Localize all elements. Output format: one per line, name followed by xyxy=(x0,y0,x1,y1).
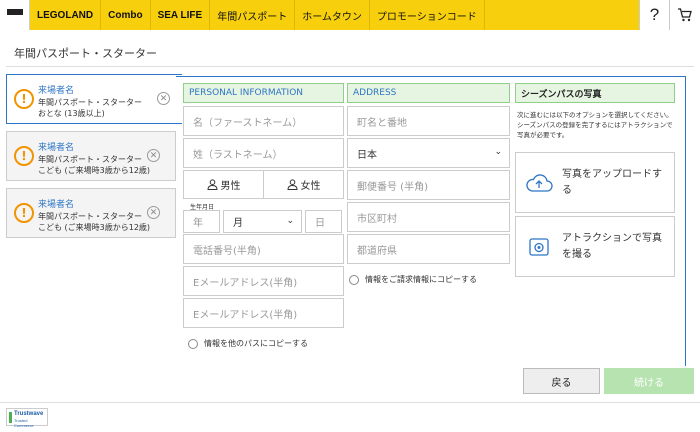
visitor-ticket-type: 年間パスポート・スターター xyxy=(38,212,142,221)
visitor-age-group: こども (ご来場時3歳から12歳) xyxy=(38,166,151,175)
male-option[interactable]: 男性 xyxy=(183,170,264,199)
warning-icon: ! xyxy=(14,89,34,109)
remove-visitor-icon[interactable]: ✕ xyxy=(147,149,160,162)
photo-instructions: 次に進むには以下のオプションを選択してください。シーズンパスの登録を完了するには… xyxy=(517,111,673,139)
help-button[interactable]: ? xyxy=(639,0,669,30)
photo-heading: シーズンパスの写真 xyxy=(515,83,675,103)
copy-to-billing-option[interactable]: 情報をご請求情報にコピーする xyxy=(349,274,477,285)
male-label: 男性 xyxy=(220,181,241,192)
take-photo-at-attraction-button[interactable]: アトラクションで写真を撮る xyxy=(515,216,675,277)
dob-year-input[interactable]: 年 xyxy=(183,210,220,233)
upload-photo-button[interactable]: 写真をアップロードする xyxy=(515,152,675,213)
person-icon xyxy=(286,179,298,190)
hamburger-icon xyxy=(6,9,23,21)
help-icon: ? xyxy=(649,5,660,24)
trustwave-seal[interactable]: Trustwave Trusted Commerce xyxy=(6,408,48,428)
top-nav-bar: LEGOLAND Combo SEA LIFE 年間パスポート ホームタウン プ… xyxy=(0,0,700,30)
main-nav: LEGOLAND Combo SEA LIFE 年間パスポート ホームタウン プ… xyxy=(30,0,485,30)
visitor-ticket-type: 年間パスポート・スターター xyxy=(38,155,142,164)
nav-item-hometown[interactable]: ホームタウン xyxy=(295,0,370,30)
visitor-card-child-1[interactable]: ! 来場者名 年間パスポート・スターター こども (ご来場時3歳から12歳) ✕ xyxy=(6,131,176,181)
camera-icon xyxy=(516,237,562,257)
page-title: 年間パスポート・スターター xyxy=(14,47,157,60)
upload-photo-label: 写真をアップロードする xyxy=(562,168,662,196)
radio-button[interactable] xyxy=(349,274,359,285)
trust-line-1: Trustwave xyxy=(14,411,44,417)
visitor-card-child-2[interactable]: ! 来場者名 年間パスポート・スターター こども (ご来場時3歳から12歳) ✕ xyxy=(6,188,176,238)
country-select[interactable]: 日本 ⌄ xyxy=(347,138,510,168)
visitor-name: 来場者名 xyxy=(38,143,75,153)
nav-item-promo-code[interactable]: プロモーションコード xyxy=(370,0,485,30)
phone-input[interactable]: 電話番号(半角) xyxy=(183,234,344,264)
remove-visitor-icon[interactable]: ✕ xyxy=(157,92,170,105)
footer-divider xyxy=(0,402,700,403)
visitor-card-adult[interactable]: ! 来場者名 年間パスポート・スターター おとな (13歳以上) ✕ xyxy=(6,74,182,124)
visitor-age-group: おとな (13歳以上) xyxy=(38,109,105,118)
continue-button[interactable]: 続ける xyxy=(604,368,694,394)
back-button[interactable]: 戻る xyxy=(523,368,600,394)
visitor-age-group: こども (ご来場時3歳から12歳) xyxy=(38,223,151,232)
warning-icon: ! xyxy=(14,146,34,166)
person-icon xyxy=(206,179,218,190)
chevron-down-icon: ⌄ xyxy=(286,216,294,226)
nav-item-combo[interactable]: Combo xyxy=(101,0,151,30)
copy-to-other-passes-option[interactable]: 情報を他のパスにコピーする xyxy=(188,338,308,349)
email-confirm-input[interactable]: Eメールアドレス(半角) xyxy=(183,298,344,328)
city-input[interactable]: 市区町村 xyxy=(347,202,510,232)
cloud-upload-icon xyxy=(516,172,562,194)
warning-icon: ! xyxy=(14,203,34,223)
postal-code-input[interactable]: 郵便番号 (半角) xyxy=(347,170,510,200)
menu-button[interactable] xyxy=(0,0,30,30)
trustwave-logo-icon xyxy=(9,412,12,423)
street-input[interactable]: 町名と番地 xyxy=(347,106,510,136)
take-photo-label: アトラクションで写真を撮る xyxy=(562,232,662,260)
dob-month-select[interactable]: 月 ⌄ xyxy=(223,210,302,233)
chevron-down-icon: ⌄ xyxy=(494,147,502,157)
cart-button[interactable] xyxy=(669,0,700,30)
remove-visitor-icon[interactable]: ✕ xyxy=(147,206,160,219)
title-divider xyxy=(6,66,694,67)
female-label: 女性 xyxy=(300,181,321,192)
visitor-name: 来場者名 xyxy=(38,86,75,96)
dob-month-value: 月 xyxy=(233,218,243,229)
copy-to-other-passes-label: 情報を他のパスにコピーする xyxy=(204,339,308,348)
nav-item-sealife[interactable]: SEA LIFE xyxy=(151,0,211,30)
cart-icon xyxy=(678,8,692,22)
personal-info-heading: PERSONAL INFORMATION xyxy=(183,83,344,103)
trust-line-2: Trusted Commerce xyxy=(14,418,34,428)
dob-day-input[interactable]: 日 xyxy=(305,210,342,233)
address-heading: ADDRESS xyxy=(347,83,510,103)
last-name-input[interactable]: 姓（ラストネーム） xyxy=(183,138,344,168)
prefecture-input[interactable]: 都道府県 xyxy=(347,234,510,264)
visitor-ticket-type: 年間パスポート・スターター xyxy=(38,98,142,107)
female-option[interactable]: 女性 xyxy=(263,170,344,199)
visitor-name: 来場者名 xyxy=(38,200,75,210)
first-name-input[interactable]: 名（ファーストネーム） xyxy=(183,106,344,136)
radio-button[interactable] xyxy=(188,338,198,349)
country-value: 日本 xyxy=(357,149,377,161)
copy-to-billing-label: 情報をご請求情報にコピーする xyxy=(365,275,477,284)
email-input[interactable]: Eメールアドレス(半角) xyxy=(183,266,344,296)
nav-item-annual-pass[interactable]: 年間パスポート xyxy=(210,0,296,30)
nav-item-legoland[interactable]: LEGOLAND xyxy=(30,0,102,30)
